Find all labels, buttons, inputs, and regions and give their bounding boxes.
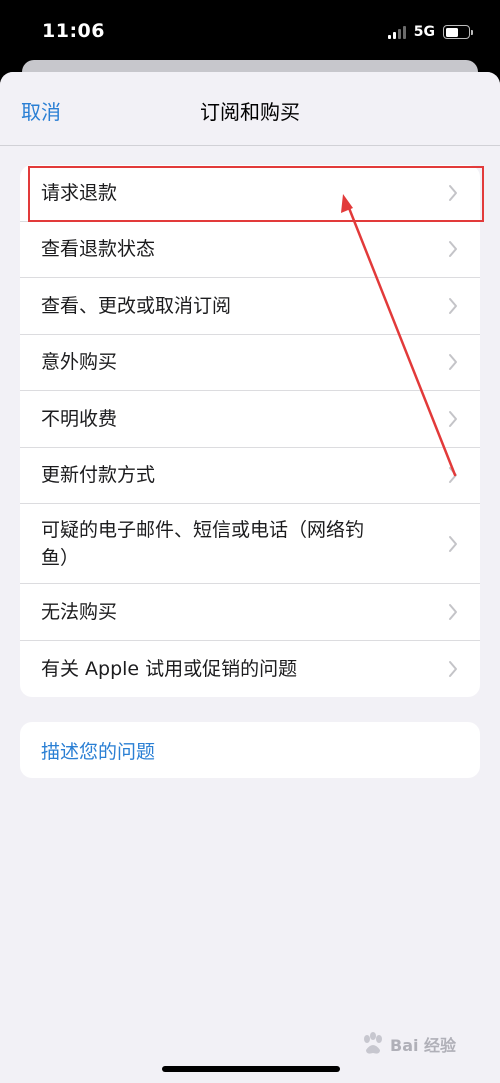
status-time: 11:06: [42, 20, 105, 42]
list-item-trial-promo[interactable]: 有关 Apple 试用或促销的问题: [20, 641, 480, 698]
subscriptions-sheet: 取消 订阅和购买 请求退款 查看退款状态 查看、更改或取消订阅 意外购买 不明收…: [0, 72, 500, 1083]
home-indicator[interactable]: [162, 1066, 340, 1072]
navigation-bar: 取消 订阅和购买: [0, 72, 500, 146]
list-item-phishing[interactable]: 可疑的电子邮件、短信或电话（网络钓鱼）: [20, 504, 480, 584]
describe-problem-link[interactable]: 描述您的问题: [20, 722, 480, 778]
options-list: 请求退款 查看退款状态 查看、更改或取消订阅 意外购买 不明收费 更新付款方式 …: [20, 165, 480, 697]
battery-icon: [443, 25, 473, 39]
chevron-right-icon: [449, 297, 457, 314]
list-item-label: 有关 Apple 试用或促销的问题: [41, 657, 298, 680]
list-item-request-refund[interactable]: 请求退款: [20, 165, 480, 222]
chevron-right-icon: [449, 241, 457, 258]
list-item-label: 可疑的电子邮件、短信或电话（网络钓鱼）: [41, 518, 365, 569]
chevron-right-icon: [449, 660, 457, 677]
watermark: Bai 经验: [360, 1026, 480, 1062]
paw-logo-icon: [364, 1032, 382, 1054]
list-item-refund-status[interactable]: 查看退款状态: [20, 222, 480, 278]
cellular-signal-icon: [387, 25, 406, 39]
list-item-update-payment[interactable]: 更新付款方式: [20, 448, 480, 504]
list-item-label: 查看、更改或取消订阅: [41, 294, 232, 317]
list-item-cannot-purchase[interactable]: 无法购买: [20, 584, 480, 641]
list-item-accidental-purchase[interactable]: 意外购买: [20, 335, 480, 391]
chevron-right-icon: [449, 535, 457, 552]
list-item-manage-subscriptions[interactable]: 查看、更改或取消订阅: [20, 278, 480, 335]
chevron-right-icon: [449, 603, 457, 620]
describe-group: 描述您的问题: [20, 722, 480, 778]
list-item-unknown-charge[interactable]: 不明收费: [20, 391, 480, 448]
list-item-label: 更新付款方式: [41, 464, 156, 487]
list-item-label: 请求退款: [41, 181, 118, 204]
page-title: 订阅和购买: [200, 100, 300, 124]
chevron-right-icon: [449, 467, 457, 484]
watermark-text: Bai 经验: [390, 1036, 457, 1055]
status-bar: 11:06 5G: [0, 0, 500, 62]
chevron-right-icon: [449, 354, 457, 371]
network-type: 5G: [413, 24, 435, 40]
list-item-label: 意外购买: [41, 351, 118, 374]
chevron-right-icon: [449, 410, 457, 427]
list-item-label: 无法购买: [41, 600, 118, 623]
list-item-label: 不明收费: [41, 407, 118, 430]
list-item-label: 查看退款状态: [41, 238, 156, 261]
chevron-right-icon: [449, 184, 457, 201]
status-indicators: 5G: [387, 22, 473, 42]
